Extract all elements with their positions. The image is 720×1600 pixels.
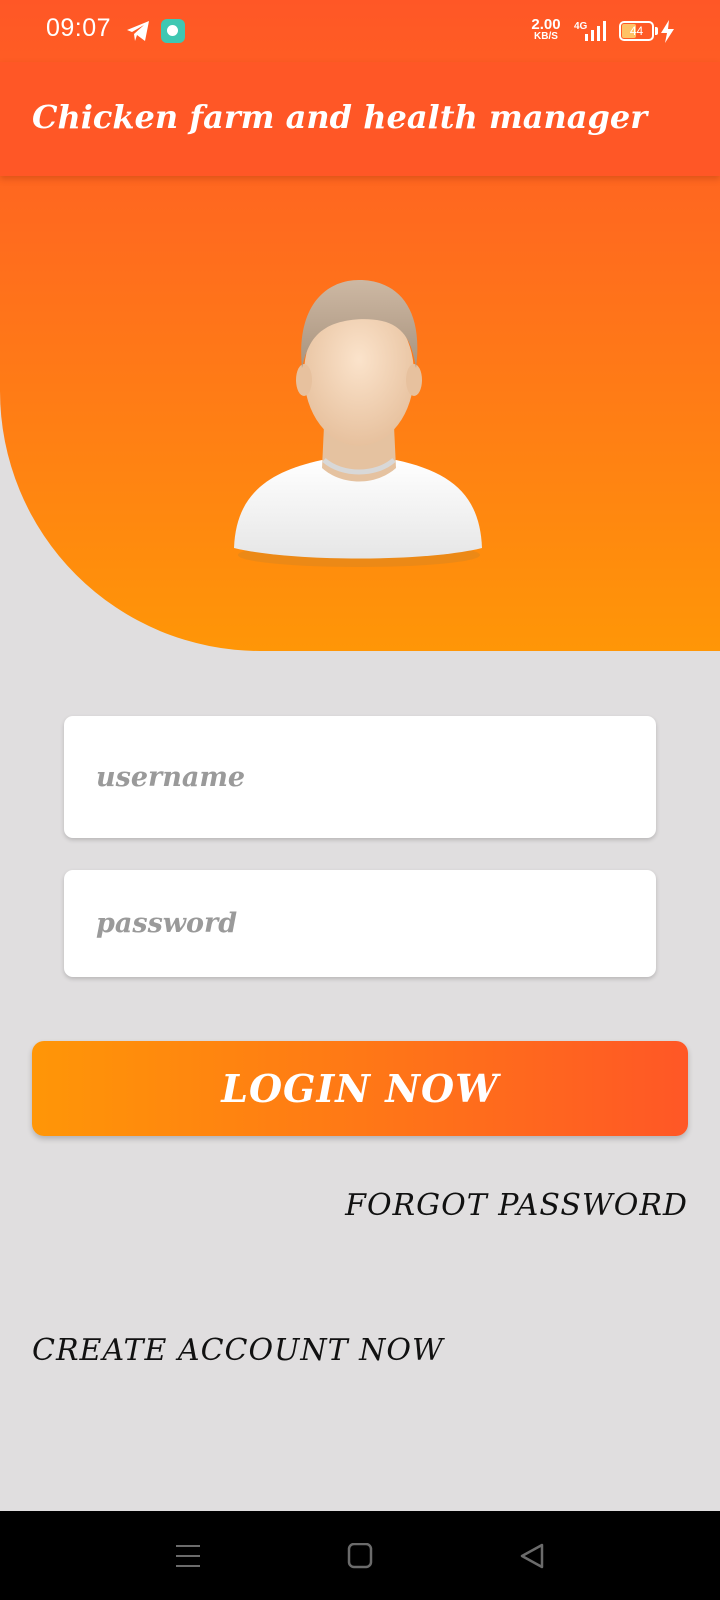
home-icon[interactable]: [300, 1511, 420, 1600]
signal-icon: [583, 20, 609, 42]
network-speed-unit: KB/S: [534, 31, 558, 42]
network-speed-value: 2.00: [531, 16, 561, 33]
create-account-link[interactable]: CREATE ACCOUNT NOW: [32, 1333, 444, 1368]
telegram-icon: [126, 20, 150, 42]
back-icon[interactable]: [472, 1511, 592, 1600]
menu-icon[interactable]: [128, 1511, 248, 1600]
password-field[interactable]: [64, 870, 656, 977]
username-input[interactable]: [64, 716, 656, 838]
charging-icon: [660, 20, 675, 43]
battery-icon: 44: [619, 21, 654, 41]
user-avatar-icon: [226, 276, 492, 576]
username-field[interactable]: [64, 716, 656, 838]
password-input[interactable]: [64, 870, 656, 977]
status-time: 09:07: [46, 14, 112, 42]
network-speed: 2.00 KB/S: [528, 17, 564, 42]
app-title: Chicken farm and health manager: [32, 98, 648, 136]
battery-level: 44: [629, 24, 644, 38]
login-button[interactable]: LOGIN NOW: [32, 1041, 688, 1136]
chat-app-icon: [161, 19, 185, 43]
status-bar: 09:07 2.00 KB/S 4G 44: [0, 0, 720, 62]
forgot-password-link[interactable]: FORGOT PASSWORD: [345, 1188, 688, 1223]
battery-tip: [655, 27, 658, 35]
system-nav-bar: [0, 1511, 720, 1600]
app-bar: Chicken farm and health manager: [0, 62, 720, 176]
